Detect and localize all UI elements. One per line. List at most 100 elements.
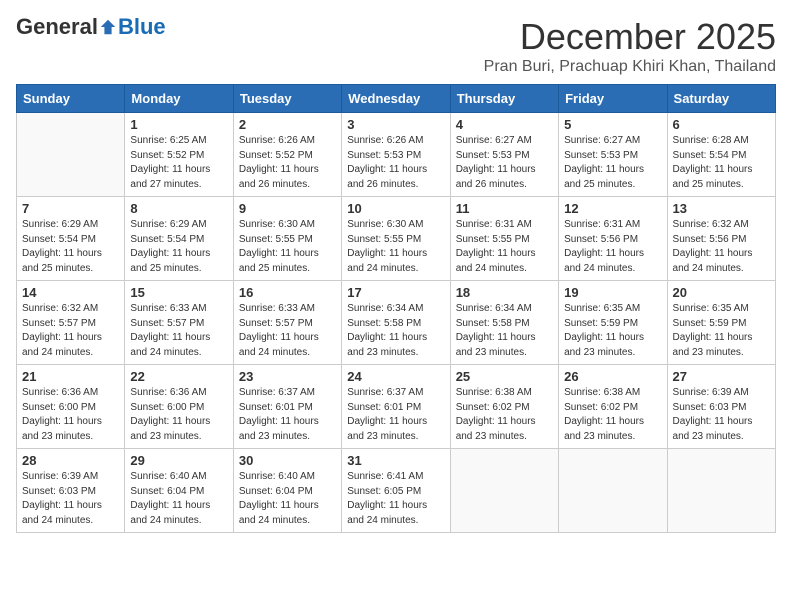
day-number: 2 <box>239 117 336 132</box>
day-number: 30 <box>239 453 336 468</box>
calendar-cell: 25Sunrise: 6:38 AMSunset: 6:02 PMDayligh… <box>450 365 558 449</box>
calendar-cell <box>559 449 667 533</box>
cell-info: Sunrise: 6:38 AMSunset: 6:02 PMDaylight:… <box>564 386 661 444</box>
day-number: 28 <box>22 453 119 468</box>
calendar-cell: 9 Sunrise: 6:30 AMSunset: 5:55 PMDaylight… <box>233 197 341 281</box>
day-number: 11 <box>456 201 553 216</box>
day-number: 12 <box>564 201 661 216</box>
day-number: 19 <box>564 285 661 300</box>
cell-info: Sunrise: 6:26 AMSunset: 5:53 PMDaylight:… <box>347 134 444 192</box>
calendar-cell: 17Sunrise: 6:34 AMSunset: 5:58 PMDayligh… <box>342 281 450 365</box>
cell-info: Sunrise: 6:35 AMSunset: 5:59 PMDaylight:… <box>564 302 661 360</box>
calendar-cell: 3 Sunrise: 6:26 AMSunset: 5:53 PMDaylight… <box>342 113 450 197</box>
cell-info: Sunrise: 6:25 AMSunset: 5:52 PMDaylight:… <box>130 134 227 192</box>
calendar-cell: 2 Sunrise: 6:26 AMSunset: 5:52 PMDaylight… <box>233 113 341 197</box>
calendar-cell: 21 Sunrise: 6:36 AMSunset: 6:00 PMDayligh… <box>17 365 125 449</box>
calendar-cell: 1 Sunrise: 6:25 AMSunset: 5:52 PMDaylight… <box>125 113 233 197</box>
calendar-week-row: 28 Sunrise: 6:39 AMSunset: 6:03 PMDayligh… <box>17 449 776 533</box>
day-number: 23 <box>239 369 336 384</box>
day-number: 4 <box>456 117 553 132</box>
header-saturday: Saturday <box>667 85 775 113</box>
header-sunday: Sunday <box>17 85 125 113</box>
day-number: 3 <box>347 117 444 132</box>
calendar-week-row: 21 Sunrise: 6:36 AMSunset: 6:00 PMDayligh… <box>17 365 776 449</box>
cell-info: Sunrise: 6:36 AMSunset: 6:00 PMDaylight:… <box>22 386 119 444</box>
header-wednesday: Wednesday <box>342 85 450 113</box>
calendar-cell: 5 Sunrise: 6:27 AMSunset: 5:53 PMDaylight… <box>559 113 667 197</box>
day-number: 13 <box>673 201 770 216</box>
calendar-cell: 31Sunrise: 6:41 AMSunset: 6:05 PMDayligh… <box>342 449 450 533</box>
day-number: 14 <box>22 285 119 300</box>
calendar-cell: 11 Sunrise: 6:31 AMSunset: 5:55 PMDayligh… <box>450 197 558 281</box>
calendar-cell: 8Sunrise: 6:29 AMSunset: 5:54 PMDaylight… <box>125 197 233 281</box>
day-number: 26 <box>564 369 661 384</box>
logo: General Blue <box>16 16 166 38</box>
calendar-week-row: 14Sunrise: 6:32 AMSunset: 5:57 PMDayligh… <box>17 281 776 365</box>
day-number: 20 <box>673 285 770 300</box>
calendar-cell: 30Sunrise: 6:40 AMSunset: 6:04 PMDayligh… <box>233 449 341 533</box>
calendar-cell: 20 Sunrise: 6:35 AMSunset: 5:59 PMDayligh… <box>667 281 775 365</box>
cell-info: Sunrise: 6:27 AMSunset: 5:53 PMDaylight:… <box>456 134 553 192</box>
day-number: 15 <box>130 285 227 300</box>
cell-info: Sunrise: 6:37 AMSunset: 6:01 PMDaylight:… <box>347 386 444 444</box>
location-title: Pran Buri, Prachuap Khiri Khan, Thailand <box>484 58 776 76</box>
month-title: December 2025 <box>484 16 776 58</box>
calendar-cell: 19 Sunrise: 6:35 AMSunset: 5:59 PMDayligh… <box>559 281 667 365</box>
calendar-cell: 26 Sunrise: 6:38 AMSunset: 6:02 PMDayligh… <box>559 365 667 449</box>
calendar-cell: 12 Sunrise: 6:31 AMSunset: 5:56 PMDayligh… <box>559 197 667 281</box>
calendar-cell: 14Sunrise: 6:32 AMSunset: 5:57 PMDayligh… <box>17 281 125 365</box>
calendar-cell: 27Sunrise: 6:39 AMSunset: 6:03 PMDayligh… <box>667 365 775 449</box>
logo-blue: Blue <box>118 16 166 38</box>
calendar-week-row: 1 Sunrise: 6:25 AMSunset: 5:52 PMDaylight… <box>17 113 776 197</box>
calendar-cell: 23Sunrise: 6:37 AMSunset: 6:01 PMDayligh… <box>233 365 341 449</box>
cell-info: Sunrise: 6:39 AMSunset: 6:03 PMDaylight:… <box>22 470 119 528</box>
cell-info: Sunrise: 6:41 AMSunset: 6:05 PMDaylight:… <box>347 470 444 528</box>
day-number: 17 <box>347 285 444 300</box>
calendar-header-row: SundayMondayTuesdayWednesdayThursdayFrid… <box>17 85 776 113</box>
day-number: 22 <box>130 369 227 384</box>
calendar-cell: 6 Sunrise: 6:28 AMSunset: 5:54 PMDaylight… <box>667 113 775 197</box>
calendar-cell: 4 Sunrise: 6:27 AMSunset: 5:53 PMDaylight… <box>450 113 558 197</box>
cell-info: Sunrise: 6:31 AMSunset: 5:56 PMDaylight:… <box>564 218 661 276</box>
cell-info: Sunrise: 6:28 AMSunset: 5:54 PMDaylight:… <box>673 134 770 192</box>
calendar-cell: 18Sunrise: 6:34 AMSunset: 5:58 PMDayligh… <box>450 281 558 365</box>
day-number: 6 <box>673 117 770 132</box>
cell-info: Sunrise: 6:35 AMSunset: 5:59 PMDaylight:… <box>673 302 770 360</box>
cell-info: Sunrise: 6:39 AMSunset: 6:03 PMDaylight:… <box>673 386 770 444</box>
calendar-cell: 10 Sunrise: 6:30 AMSunset: 5:55 PMDayligh… <box>342 197 450 281</box>
cell-info: Sunrise: 6:40 AMSunset: 6:04 PMDaylight:… <box>130 470 227 528</box>
header-tuesday: Tuesday <box>233 85 341 113</box>
header-monday: Monday <box>125 85 233 113</box>
day-number: 18 <box>456 285 553 300</box>
cell-info: Sunrise: 6:33 AMSunset: 5:57 PMDaylight:… <box>130 302 227 360</box>
calendar-cell: 24 Sunrise: 6:37 AMSunset: 6:01 PMDayligh… <box>342 365 450 449</box>
cell-info: Sunrise: 6:38 AMSunset: 6:02 PMDaylight:… <box>456 386 553 444</box>
day-number: 16 <box>239 285 336 300</box>
day-number: 10 <box>347 201 444 216</box>
cell-info: Sunrise: 6:26 AMSunset: 5:52 PMDaylight:… <box>239 134 336 192</box>
day-number: 5 <box>564 117 661 132</box>
logo-general: General <box>16 16 98 38</box>
cell-info: Sunrise: 6:31 AMSunset: 5:55 PMDaylight:… <box>456 218 553 276</box>
calendar-cell: 13 Sunrise: 6:32 AMSunset: 5:56 PMDayligh… <box>667 197 775 281</box>
day-number: 7 <box>22 201 119 216</box>
cell-info: Sunrise: 6:33 AMSunset: 5:57 PMDaylight:… <box>239 302 336 360</box>
day-number: 21 <box>22 369 119 384</box>
cell-info: Sunrise: 6:27 AMSunset: 5:53 PMDaylight:… <box>564 134 661 192</box>
cell-info: Sunrise: 6:32 AMSunset: 5:56 PMDaylight:… <box>673 218 770 276</box>
header-friday: Friday <box>559 85 667 113</box>
day-number: 29 <box>130 453 227 468</box>
day-number: 8 <box>130 201 227 216</box>
title-block: December 2025 Pran Buri, Prachuap Khiri … <box>484 16 776 76</box>
cell-info: Sunrise: 6:30 AMSunset: 5:55 PMDaylight:… <box>347 218 444 276</box>
calendar-table: SundayMondayTuesdayWednesdayThursdayFrid… <box>16 84 776 533</box>
day-number: 9 <box>239 201 336 216</box>
cell-info: Sunrise: 6:30 AMSunset: 5:55 PMDaylight:… <box>239 218 336 276</box>
calendar-week-row: 7 Sunrise: 6:29 AMSunset: 5:54 PMDaylight… <box>17 197 776 281</box>
day-number: 24 <box>347 369 444 384</box>
calendar-cell: 28 Sunrise: 6:39 AMSunset: 6:03 PMDayligh… <box>17 449 125 533</box>
cell-info: Sunrise: 6:29 AMSunset: 5:54 PMDaylight:… <box>22 218 119 276</box>
calendar-cell <box>450 449 558 533</box>
day-number: 1 <box>130 117 227 132</box>
calendar-cell: 22Sunrise: 6:36 AMSunset: 6:00 PMDayligh… <box>125 365 233 449</box>
